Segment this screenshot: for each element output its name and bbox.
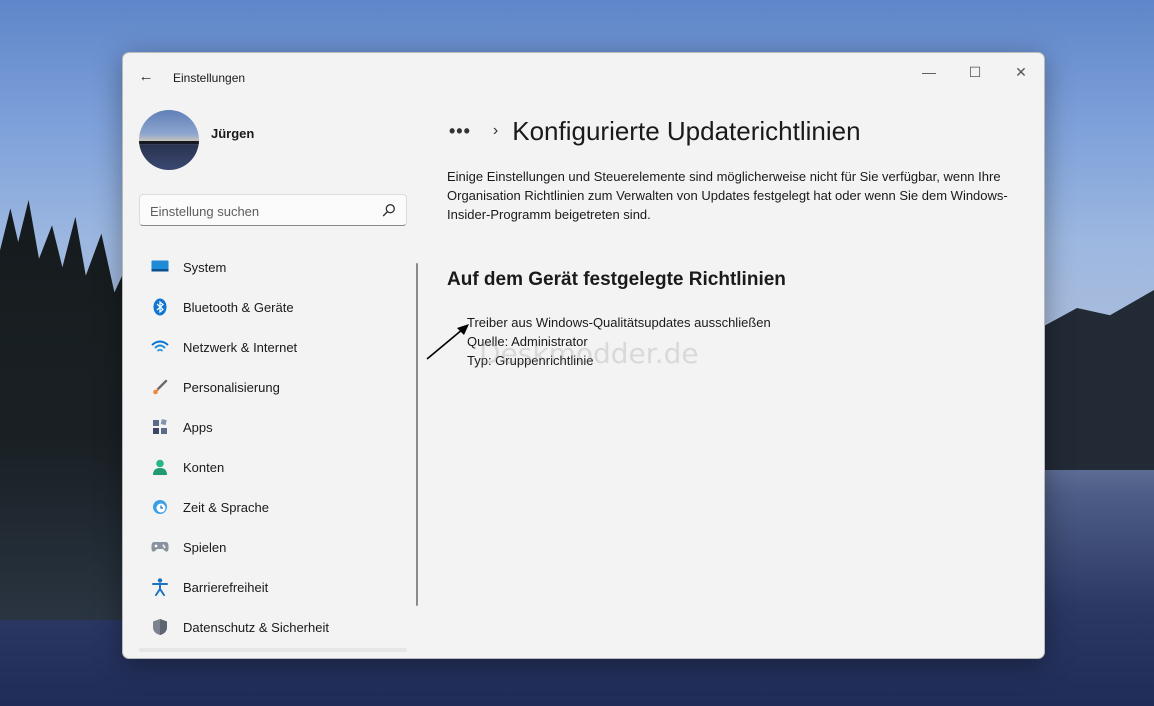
apps-icon (150, 417, 170, 437)
wifi-icon (150, 337, 170, 357)
policy-type: Typ: Gruppenrichtlinie (467, 353, 594, 368)
sidebar-nav: System Bluetooth & Geräte Netzwerk & Int… (139, 247, 409, 647)
sidebar-item-label: System (183, 259, 227, 275)
section-title: Auf dem Gerät festgelegte Richtlinien (447, 269, 786, 290)
breadcrumb-more-button[interactable]: ••• (449, 121, 471, 142)
back-button[interactable]: ← (137, 68, 155, 86)
maximize-button[interactable]: ☐ (952, 57, 998, 87)
sidebar-next-item-hint (139, 648, 407, 652)
page-description: Einige Einstellungen und Steuerelemente … (447, 169, 1008, 222)
search-box[interactable] (139, 194, 407, 226)
user-name: Jürgen (211, 126, 255, 141)
sidebar-item-privacy-security[interactable]: Datenschutz & Sicherheit (139, 607, 409, 647)
avatar[interactable] (139, 110, 199, 170)
sidebar-item-time-language[interactable]: Zeit & Sprache (139, 487, 409, 527)
sidebar-item-label: Personalisierung (183, 379, 280, 395)
account-icon (150, 457, 170, 477)
wallpaper-forest-right (1044, 290, 1154, 470)
policy-entry: Treiber aus Windows-Qualitätsupdates aus… (467, 313, 771, 370)
accessibility-icon (150, 577, 170, 597)
policy-source: Quelle: Administrator (467, 334, 588, 349)
bluetooth-icon (150, 297, 170, 317)
breadcrumb: ••• › Konfigurierte Updaterichtlinien (449, 111, 861, 151)
sidebar-item-personalization[interactable]: Personalisierung (139, 367, 409, 407)
brush-icon (150, 377, 170, 397)
sidebar-item-network[interactable]: Netzwerk & Internet (139, 327, 409, 367)
sidebar-item-label: Datenschutz & Sicherheit (183, 619, 329, 635)
gamepad-icon (150, 537, 170, 557)
sidebar-item-label: Barrierefreiheit (183, 579, 269, 595)
sidebar-item-label: Netzwerk & Internet (183, 339, 298, 355)
settings-window: ← Einstellungen — ☐ ✕ Jürgen System Blue… (122, 52, 1045, 659)
sidebar-item-label: Bluetooth & Geräte (183, 299, 294, 315)
title-bar: ← Einstellungen — ☐ ✕ (123, 53, 1044, 101)
search-input[interactable] (150, 201, 370, 221)
close-button[interactable]: ✕ (998, 57, 1044, 87)
sidebar-item-bluetooth[interactable]: Bluetooth & Geräte (139, 287, 409, 327)
clock-globe-icon (150, 497, 170, 517)
sidebar-item-label: Spielen (183, 539, 227, 555)
wallpaper-forest-left (0, 200, 130, 620)
sidebar-item-accessibility[interactable]: Barrierefreiheit (139, 567, 409, 607)
system-icon (150, 257, 170, 277)
page-title: Konfigurierte Updaterichtlinien (512, 115, 861, 146)
sidebar-item-label: Apps (183, 419, 213, 435)
sidebar-item-system[interactable]: System (139, 247, 409, 287)
minimize-button[interactable]: — (906, 57, 952, 87)
sidebar-item-label: Zeit & Sprache (183, 499, 269, 515)
sidebar-item-gaming[interactable]: Spielen (139, 527, 409, 567)
sidebar-item-apps[interactable]: Apps (139, 407, 409, 447)
sidebar-scrollbar[interactable] (416, 263, 418, 606)
app-title: Einstellungen (173, 71, 246, 85)
chevron-right-icon: › (492, 122, 499, 139)
shield-icon (150, 617, 170, 637)
sidebar-item-label: Konten (183, 459, 225, 475)
annotation-arrow-icon (426, 324, 469, 360)
policy-name: Treiber aus Windows-Qualitätsupdates aus… (467, 315, 771, 330)
search-icon[interactable] (382, 203, 396, 217)
sidebar-item-accounts[interactable]: Konten (139, 447, 409, 487)
